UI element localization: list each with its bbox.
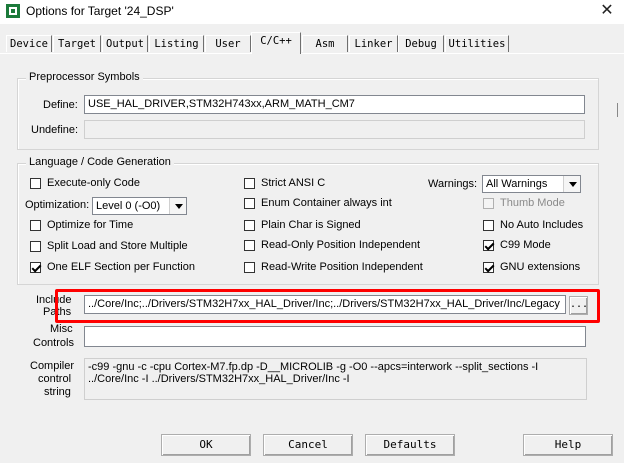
optimize-time-checkbox[interactable] <box>30 220 41 231</box>
optimization-label: Optimization: <box>25 199 90 211</box>
language-group-title: Language / Code Generation <box>26 156 174 168</box>
strict-ansi-label: Strict ANSI C <box>261 177 326 189</box>
edge-fragment <box>617 103 623 117</box>
split-load-label: Split Load and Store Multiple <box>47 240 188 252</box>
app-icon <box>6 4 20 18</box>
one-elf-label: One ELF Section per Function <box>47 261 195 273</box>
window-title: Options for Target '24_DSP' <box>26 4 174 18</box>
close-icon[interactable]: ✕ <box>592 0 622 22</box>
thumb-mode-checkbox[interactable] <box>483 198 494 209</box>
misc-label-line2: Controls <box>33 337 74 349</box>
compiler-control-string: -c99 -gnu -c -cpu Cortex-M7.fp.dp -D__MI… <box>84 358 587 400</box>
rw-pos-indep-checkbox[interactable] <box>244 262 255 273</box>
tab-utilities[interactable]: Utilities <box>445 35 509 52</box>
warnings-label: Warnings: <box>428 178 478 190</box>
c99-mode-label: C99 Mode <box>500 239 551 251</box>
define-label: Define: <box>43 99 78 111</box>
compiler-label-line3: string <box>44 386 71 398</box>
compiler-line-1: -c99 -gnu -c -cpu Cortex-M7.fp.dp -D__MI… <box>88 361 539 373</box>
help-button[interactable]: Help <box>523 434 613 456</box>
tab-output[interactable]: Output <box>102 35 148 52</box>
execute-only-label: Execute-only Code <box>47 177 140 189</box>
ro-pos-indep-checkbox[interactable] <box>244 240 255 251</box>
warnings-value: All Warnings <box>486 178 548 190</box>
preprocessor-group-title: Preprocessor Symbols <box>26 71 143 83</box>
one-elf-checkbox[interactable] <box>30 262 41 273</box>
tab-device[interactable]: Device <box>6 35 52 52</box>
ro-pos-indep-label: Read-Only Position Independent <box>261 239 420 251</box>
enum-container-label: Enum Container always int <box>261 197 392 209</box>
defaults-button[interactable]: Defaults <box>365 434 455 456</box>
tab-listing[interactable]: Listing <box>149 35 204 52</box>
rw-pos-indep-label: Read-Write Position Independent <box>261 261 423 273</box>
split-load-checkbox[interactable] <box>30 241 41 252</box>
compiler-label-line2: control <box>38 373 72 385</box>
gnu-extensions-label: GNU extensions <box>500 261 581 273</box>
title-bar: Options for Target '24_DSP' ✕ <box>0 0 624 24</box>
execute-only-checkbox[interactable] <box>30 178 41 189</box>
cancel-button[interactable]: Cancel <box>263 434 353 456</box>
optimization-value: Level 0 (-O0) <box>96 200 161 212</box>
undefine-label: Undefine: <box>31 124 79 136</box>
warnings-select[interactable]: All Warnings <box>482 175 581 193</box>
define-field[interactable]: USE_HAL_DRIVER,STM32H743xx,ARM_MATH_CM7 <box>84 95 585 114</box>
strict-ansi-checkbox[interactable] <box>244 178 255 189</box>
gnu-extensions-checkbox[interactable] <box>483 262 494 273</box>
c99-mode-checkbox[interactable] <box>483 240 494 251</box>
no-auto-includes-checkbox[interactable] <box>483 220 494 231</box>
enum-container-checkbox[interactable] <box>244 198 255 209</box>
no-auto-includes-label: No Auto Includes <box>500 219 584 231</box>
tab-baseline-right <box>301 53 624 54</box>
compiler-line-2: ../Core/Inc -I ../Drivers/STM32H7xx_HAL_… <box>88 373 350 385</box>
tab-strip: Device Target Output Listing User C/C++ … <box>0 32 624 54</box>
tab-debug[interactable]: Debug <box>398 35 444 52</box>
plain-char-checkbox[interactable] <box>244 220 255 231</box>
tab-target[interactable]: Target <box>53 35 101 52</box>
misc-controls-field[interactable] <box>84 326 586 347</box>
optimization-select[interactable]: Level 0 (-O0) <box>92 197 187 215</box>
thumb-mode-label: Thumb Mode <box>500 197 565 209</box>
preprocessor-group <box>17 78 599 150</box>
compiler-label-line1: Compiler <box>30 360 75 372</box>
ok-button[interactable]: OK <box>161 434 251 456</box>
chevron-down-icon <box>169 198 186 214</box>
chevron-down-icon <box>563 176 580 192</box>
highlight-box <box>55 289 600 323</box>
tab-user[interactable]: User <box>205 35 251 52</box>
undefine-field[interactable] <box>84 120 585 139</box>
misc-label-line1: Misc <box>50 323 73 335</box>
tab-asm[interactable]: Asm <box>302 35 348 52</box>
tab-baseline <box>0 53 251 54</box>
optimize-time-label: Optimize for Time <box>47 219 134 231</box>
tab-linker[interactable]: Linker <box>349 35 398 52</box>
plain-char-label: Plain Char is Signed <box>261 219 361 231</box>
tab-c-cpp[interactable]: C/C++ <box>251 32 301 54</box>
